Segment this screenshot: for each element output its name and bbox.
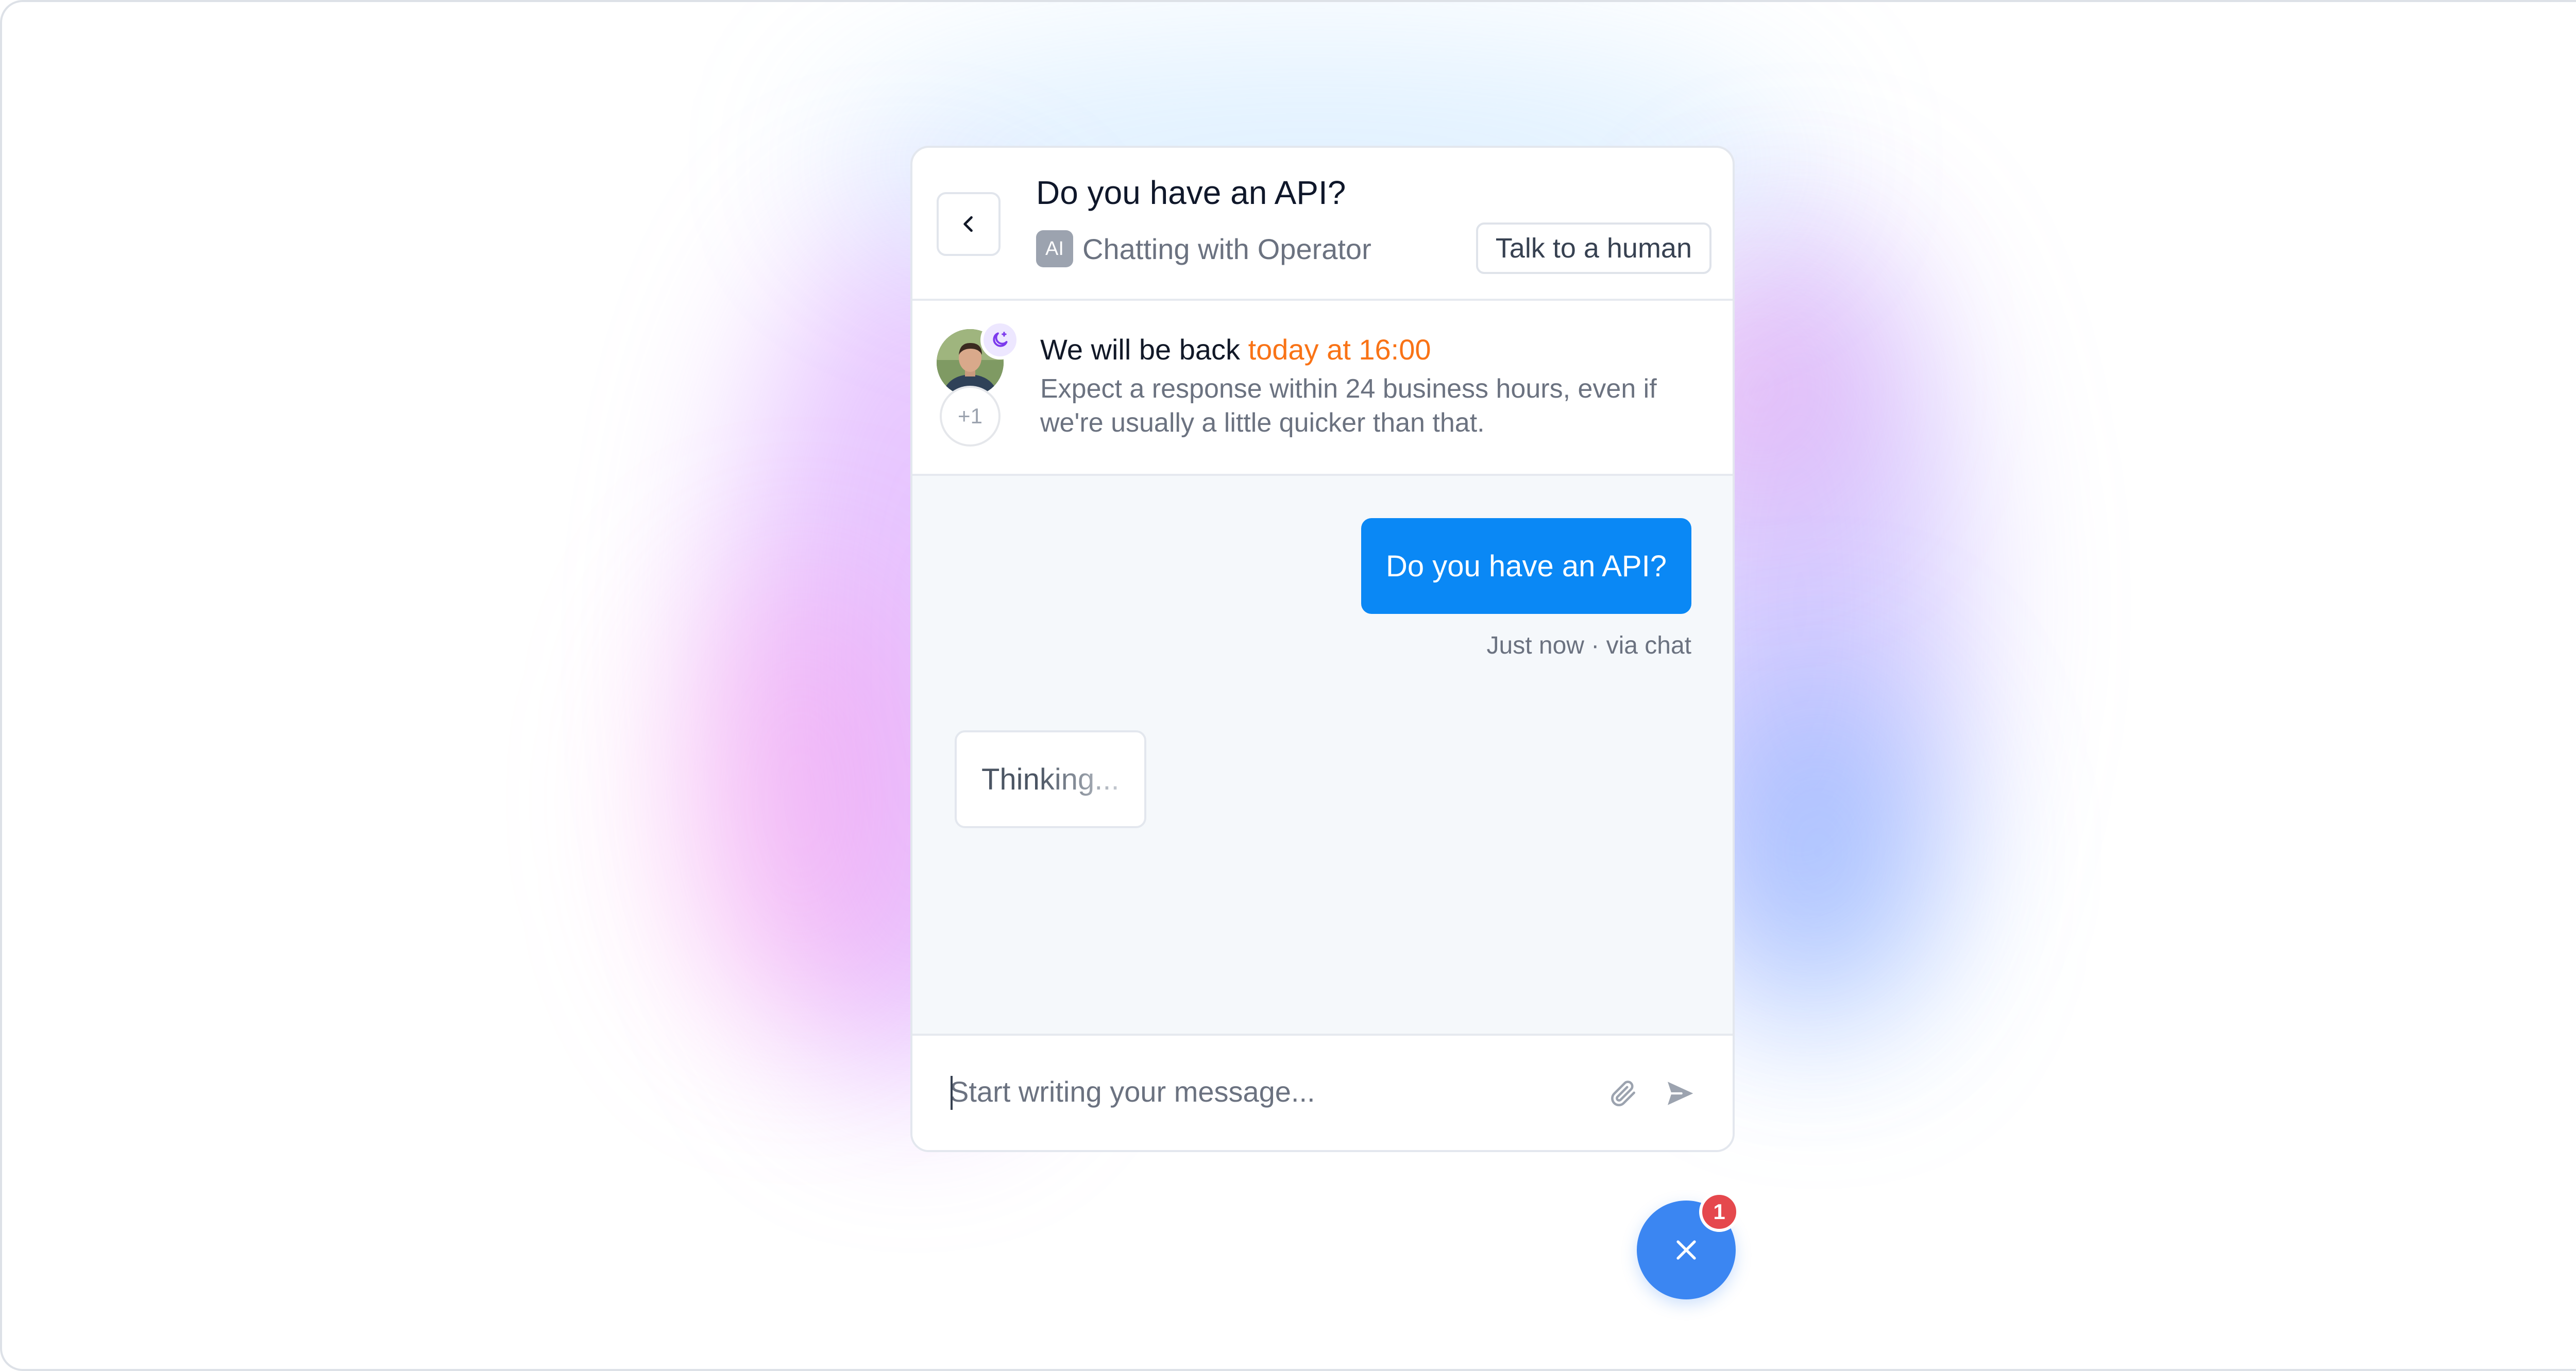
message-input[interactable]: [950, 1067, 1578, 1116]
send-button[interactable]: [1659, 1073, 1701, 1114]
availability-description: Expect a response within 24 business hou…: [1040, 374, 1657, 438]
paperclip-icon: [1611, 1081, 1635, 1106]
chevron-left-icon: [963, 216, 973, 232]
back-button[interactable]: [937, 192, 1001, 256]
message-timestamp: Just now · via chat: [1486, 632, 1692, 659]
availability-headline: We will be back today at 16:00: [1040, 333, 1431, 366]
moon-icon: [993, 332, 1008, 347]
chat-widget: Do you have an API? AI Chatting with Ope…: [910, 146, 1735, 1152]
availability-banner: +1 We will be back today at 16:00 Expect…: [912, 301, 1733, 476]
chatting-with-label: Chatting with: [1082, 232, 1249, 265]
talk-to-human-button[interactable]: Talk to a human: [1476, 222, 1711, 274]
agent-subtitle: AI Chatting with Operator: [1036, 230, 1371, 267]
away-status-badge: [980, 320, 1020, 359]
conversation-title: Do you have an API?: [1036, 174, 1346, 211]
text-cursor: [951, 1076, 953, 1110]
notification-badge: 1: [1699, 1192, 1739, 1232]
send-icon: [1668, 1082, 1693, 1105]
operator-name: Operator: [1257, 232, 1371, 265]
attach-button[interactable]: [1603, 1073, 1644, 1114]
extra-agents-count: +1: [940, 386, 1001, 447]
message-composer: [912, 1034, 1733, 1150]
background-glow: [1702, 672, 1934, 1032]
close-icon: [1676, 1240, 1696, 1260]
thinking-label: Thinking...: [981, 762, 1120, 796]
background-glow: [672, 569, 929, 1032]
availability-time: today at 16:00: [1248, 333, 1431, 366]
thinking-indicator: Thinking...: [955, 730, 1146, 828]
page-frame: Do you have an API? AI Chatting with Ope…: [0, 0, 2576, 1371]
user-message-bubble: Do you have an API?: [1361, 518, 1691, 614]
availability-prefix: We will be back: [1040, 333, 1241, 366]
ai-badge: AI: [1036, 230, 1073, 267]
chat-header: Do you have an API? AI Chatting with Ope…: [912, 148, 1733, 301]
